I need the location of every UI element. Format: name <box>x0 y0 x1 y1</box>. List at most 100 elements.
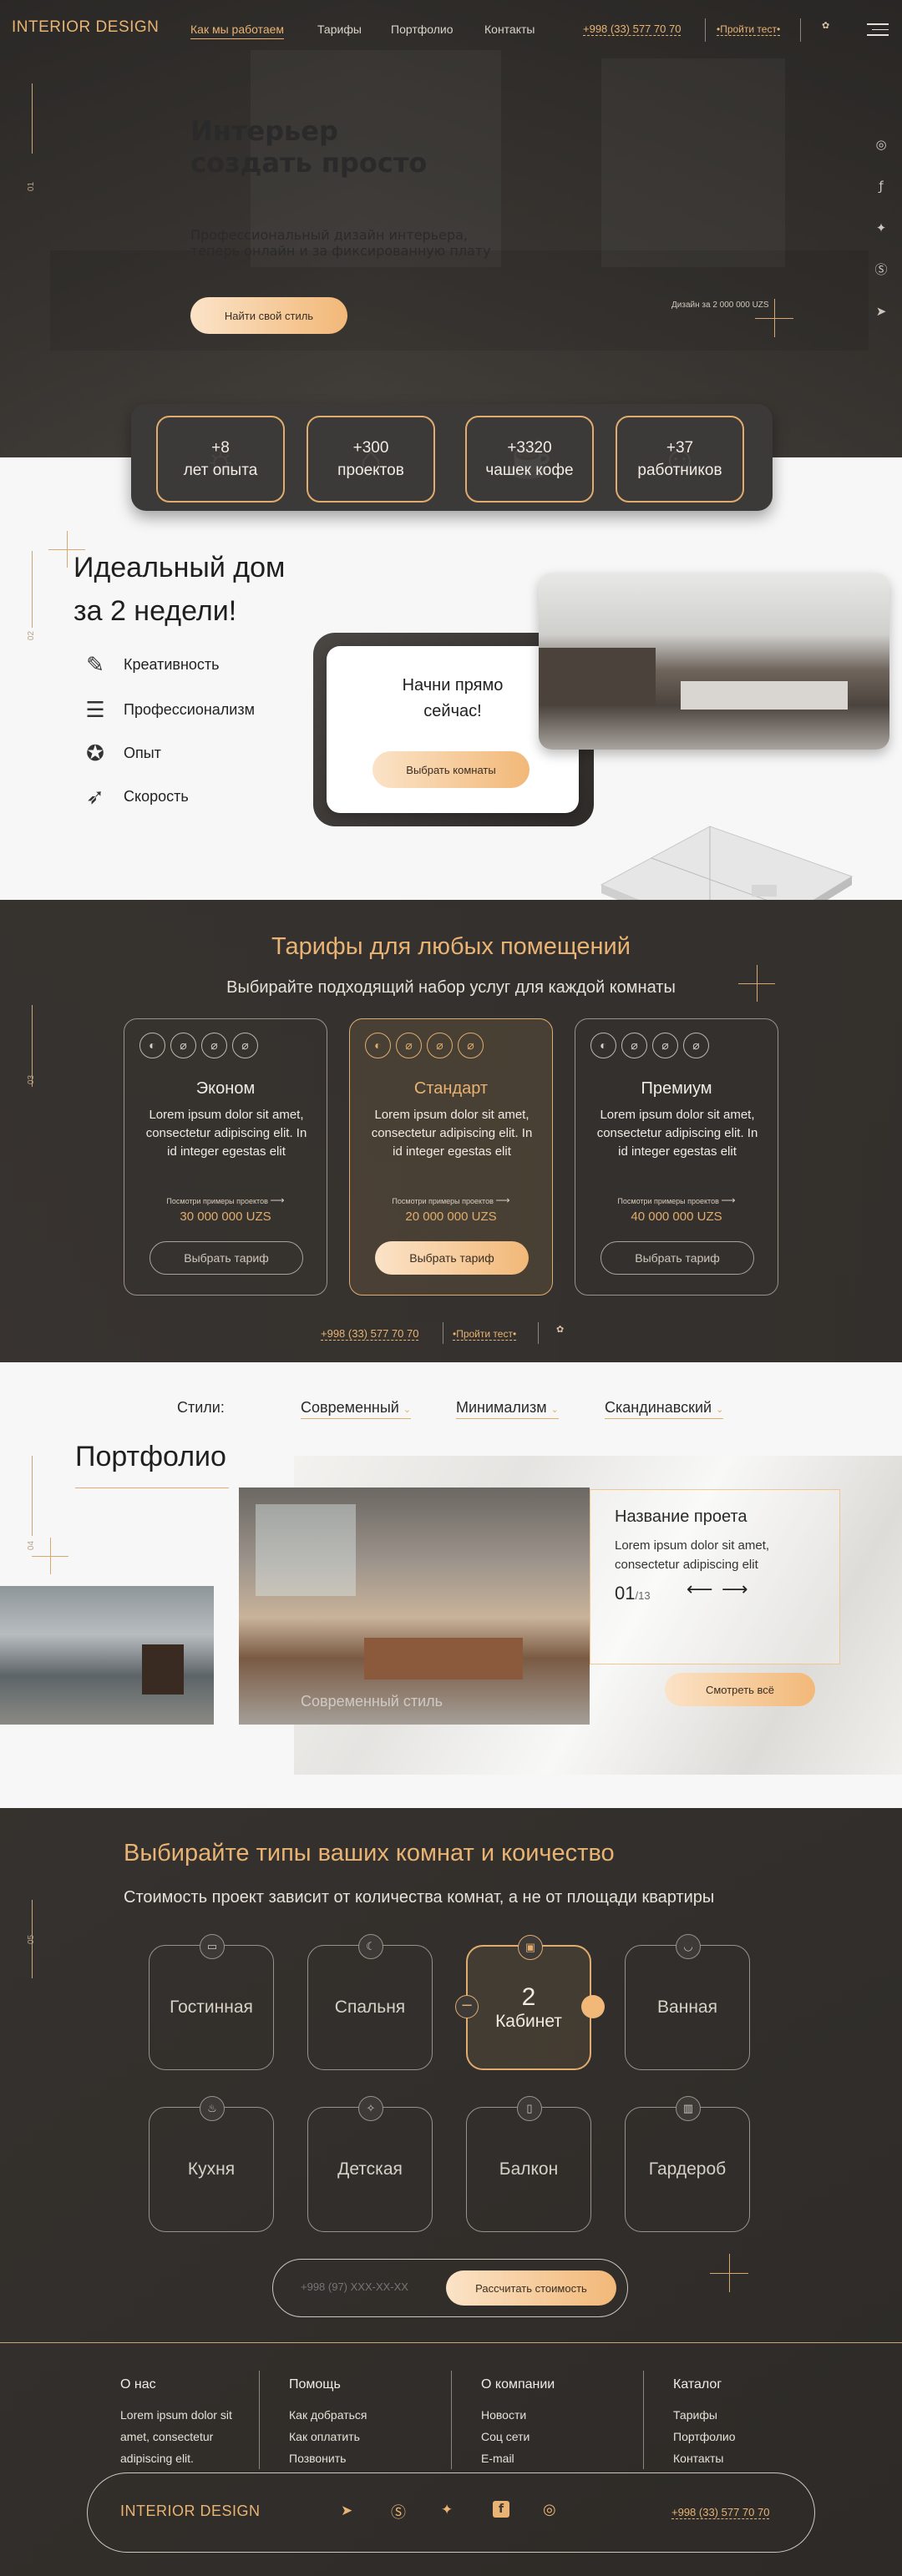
portfolio-main-image[interactable] <box>239 1488 590 1725</box>
hero-title-line1: Интерьер <box>190 115 338 147</box>
arrow-right-icon: ⟶ <box>270 1195 285 1206</box>
footer-link[interactable]: Позвонить <box>289 2447 367 2469</box>
see-examples-link[interactable]: Посмотри примеры проектов ⟶ <box>350 1195 552 1206</box>
room-kids[interactable]: ✧ Детская <box>307 2096 433 2232</box>
telegram-icon[interactable]: ➤ <box>341 2503 352 2519</box>
tool-icon: ⌀ <box>232 1033 258 1058</box>
choose-tariff-button[interactable]: Выбрать тариф <box>375 1241 529 1275</box>
room-bathroom[interactable]: ◡ Ванная <box>625 1934 750 2070</box>
lamp-icon: ◐ <box>139 1033 165 1058</box>
tariff-desc: Lorem ipsum dolor sit amet, consectetur … <box>596 1108 758 1159</box>
skype-icon[interactable]: Ⓢ <box>391 2501 406 2523</box>
footer-link[interactable]: Как добраться <box>289 2404 367 2426</box>
arrow-right-icon[interactable]: ⟶ <box>722 1579 748 1600</box>
tariff-name: Стандарт <box>413 1079 489 1098</box>
nav-contacts[interactable]: Контакты <box>484 23 535 36</box>
find-style-button[interactable]: Найти свой стиль <box>190 297 347 334</box>
portfolio-thumb-image[interactable] <box>0 1586 214 1725</box>
footer-link[interactable]: Контакты <box>673 2447 736 2469</box>
telegram-icon[interactable]: ➤ <box>872 302 890 321</box>
brand-mark-icon: ✿ <box>822 20 830 31</box>
phone-input[interactable] <box>301 2275 426 2297</box>
plus-decoration-icon <box>738 965 775 1002</box>
stat-card: ☺ +37 работников <box>616 416 744 503</box>
nav-tariffs[interactable]: Тарифы <box>317 23 362 36</box>
toy-icon: ✧ <box>358 2096 383 2121</box>
styles-label: Стили: <box>177 1399 225 1416</box>
choose-tariff-button[interactable]: Выбрать тариф <box>149 1241 303 1275</box>
logo[interactable]: INTERIOR DESIGN <box>12 18 159 37</box>
divider <box>800 18 801 42</box>
room-label: Гостинная <box>170 1998 253 2017</box>
feature-label: Профессионализм <box>124 700 255 718</box>
style-filter-modern[interactable]: Современный ⌄ <box>301 1399 412 1419</box>
divider <box>538 1322 539 1344</box>
take-test-button[interactable]: •Пройти тест• <box>453 1328 517 1341</box>
home-icon: ⌂ <box>359 438 383 480</box>
footer-link[interactable]: Новости <box>481 2404 555 2426</box>
tariff-card-premium[interactable]: ◐ ⌀ ⌀ ⌀ Премиум Lorem ipsum dolor sit amet… <box>575 1018 778 1296</box>
style-filter-label: Минимализм <box>456 1399 547 1416</box>
arrow-right-icon: ⟶ <box>495 1195 510 1206</box>
stat-card: ☼ +8 лет опыта <box>156 416 285 503</box>
facebook-icon[interactable]: f <box>493 2501 509 2518</box>
footer-link[interactable]: Как оплатить <box>289 2426 367 2447</box>
room-bedroom[interactable]: ☾ Спальня <box>307 1934 433 2070</box>
facebook-icon[interactable]: ƒ <box>872 177 890 195</box>
footer-link[interactable]: Портфолио <box>673 2426 736 2447</box>
room-kitchen[interactable]: ♨ Кухня <box>149 2096 274 2232</box>
tariff-card-standard[interactable]: ◐ ⌀ ⌀ ⌀ Стандарт Lorem ipsum dolor sit ame… <box>349 1018 553 1296</box>
skype-icon[interactable]: Ⓢ <box>872 260 890 279</box>
nav-how-we-work[interactable]: Как мы работаем <box>190 23 285 39</box>
tariff-desc: Lorem ipsum dolor sit amet, consectetur … <box>145 1108 307 1159</box>
tariffs-title: Тарифы для любых помещений <box>271 933 631 960</box>
decrement-button[interactable]: − <box>455 1995 479 2018</box>
nav-portfolio[interactable]: Портфолио <box>391 23 454 36</box>
about-title-line1: Идеальный дом <box>73 552 286 583</box>
room-wardrobe[interactable]: ▥ Гардероб <box>625 2096 750 2232</box>
tariff-card-economy[interactable]: ◐ ⌀ ⌀ ⌀ Эконом Lorem ipsum dolor sit amet,… <box>124 1018 327 1296</box>
twitter-icon[interactable]: ✦ <box>872 219 890 237</box>
arrow-left-icon[interactable]: ⟵ <box>687 1579 713 1600</box>
tool-icon: ⌀ <box>458 1033 484 1058</box>
footer-link[interactable]: Соц сети <box>481 2426 555 2447</box>
hero-subtitle: Профессиональный дизайн интерьера, тепер… <box>190 227 491 259</box>
footer-link[interactable]: Тарифы <box>673 2404 736 2426</box>
tariff-name: Премиум <box>641 1079 712 1098</box>
project-title: Название проета <box>615 1508 747 1526</box>
desk-icon: ▣ <box>518 1935 543 1960</box>
room-living[interactable]: ▭ Гостинная <box>149 1934 274 2070</box>
footer-logo[interactable]: INTERIOR DESIGN <box>120 2503 261 2520</box>
see-examples-link[interactable]: Посмотри примеры проектов ⟶ <box>575 1195 778 1206</box>
portfolio-title: Портфолио <box>75 1441 226 1472</box>
footer-col-title: О нас <box>120 2377 156 2392</box>
room-label: Спальня <box>334 1998 406 2017</box>
footer-text: amet, consectetur <box>120 2430 214 2443</box>
choose-rooms-button[interactable]: Выбрать комнаты <box>372 751 530 788</box>
see-examples-link[interactable]: Посмотри примеры проектов ⟶ <box>124 1195 327 1206</box>
tariffs-phone[interactable]: +998 (33) 577 70 70 <box>321 1327 419 1341</box>
footer-phone[interactable]: +998 (33) 577 70 70 <box>671 2506 770 2519</box>
instagram-icon[interactable]: ◎ <box>872 135 890 154</box>
twitter-icon[interactable]: ✦ <box>441 2502 453 2518</box>
take-test-button[interactable]: •Пройти тест• <box>717 23 781 36</box>
see-examples-label: Посмотри примеры проектов <box>617 1197 719 1205</box>
stats-panel: ☼ +8 лет опыта ⌂ +300 проектов ☕ +3320 ч… <box>131 404 773 511</box>
hamburger-icon[interactable] <box>867 23 889 37</box>
choose-tariff-button[interactable]: Выбрать тариф <box>600 1241 754 1275</box>
style-filter-minimalism[interactable]: Минимализм ⌄ <box>456 1399 559 1419</box>
footer-link[interactable]: E-mail <box>481 2447 555 2469</box>
tariff-features: ◐ ⌀ ⌀ ⌀ <box>139 1033 258 1058</box>
see-all-button[interactable]: Смотреть всё <box>665 1673 815 1706</box>
bed-icon: ☾ <box>358 1934 383 1959</box>
hero-subtitle-line1: Профессиональный дизайн интерьера, <box>190 227 468 243</box>
header-phone[interactable]: +998 (33) 577 70 70 <box>583 23 682 36</box>
brush-icon: ⌀ <box>396 1033 422 1058</box>
style-filter-scandinavian[interactable]: Скандинавский ⌄ <box>605 1399 724 1419</box>
increment-button[interactable] <box>581 1995 605 2018</box>
room-balcony[interactable]: ▯ Балкон <box>466 2096 591 2232</box>
calculate-button[interactable]: Рассчитать стоимость <box>446 2270 616 2306</box>
instagram-icon[interactable]: ◎ <box>543 2501 556 2518</box>
room-study[interactable]: ▣ 2 Кабинет <box>466 1935 591 2070</box>
plus-decoration-icon <box>710 2254 748 2292</box>
